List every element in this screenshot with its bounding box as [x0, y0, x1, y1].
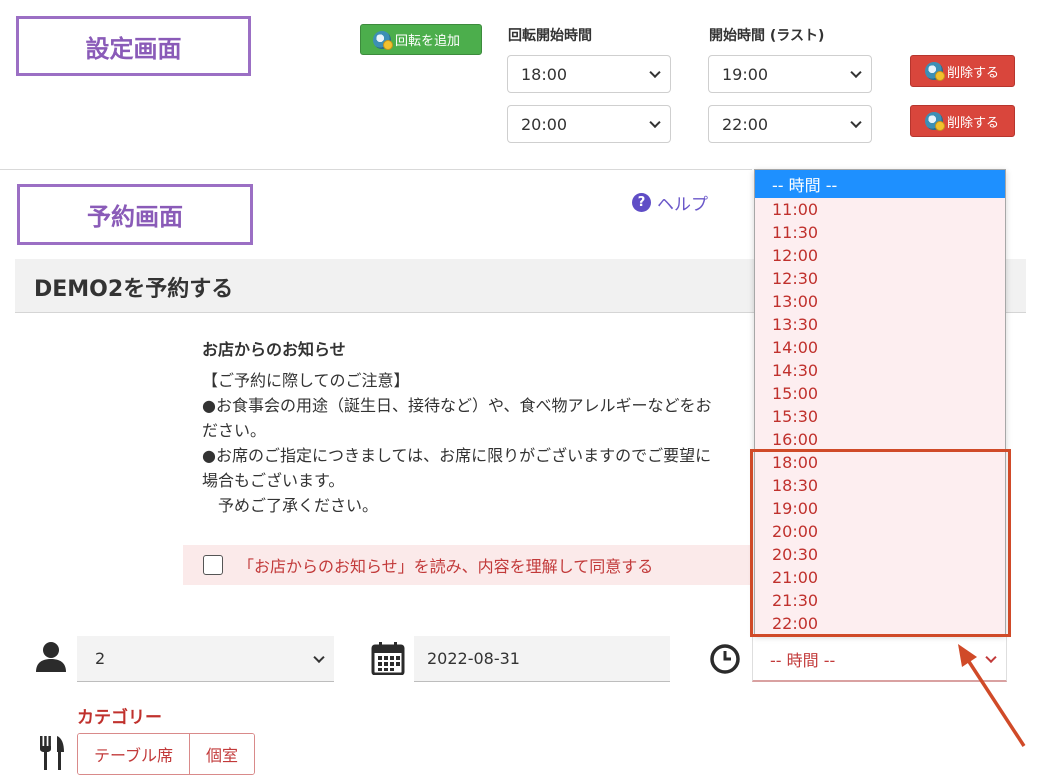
rotation-start-value-1: 18:00 — [521, 64, 568, 84]
party-size-select[interactable]: 2 — [77, 636, 334, 682]
rotation-start-select-2[interactable]: 20:00 — [507, 105, 671, 143]
time-option[interactable]: 11:30 — [755, 221, 1005, 244]
time-option[interactable]: 13:30 — [755, 313, 1005, 336]
date-input[interactable]: 2022-08-31 — [414, 636, 670, 682]
rotation-start-select-1[interactable]: 18:00 — [507, 55, 671, 93]
chevron-down-icon — [649, 116, 661, 129]
time-select-value: -- 時間 -- — [770, 650, 836, 670]
delete-gear-icon — [925, 62, 945, 81]
party-size-value: 2 — [95, 649, 106, 668]
time-option[interactable]: 20:00 — [755, 520, 1005, 543]
start-last-select-2[interactable]: 22:00 — [708, 105, 872, 143]
time-option[interactable]: 22:00 — [755, 612, 1005, 634]
category-toggle-group: テーブル席 個室 — [77, 733, 256, 775]
time-option[interactable]: 14:00 — [755, 336, 1005, 359]
annotation-arrow — [958, 644, 1026, 747]
add-rotation-label: 回転を追加 — [395, 34, 461, 49]
notice-line-1: 【ご予約に際してのご注意】 — [202, 371, 410, 390]
time-option-placeholder[interactable]: -- 時間 -- — [755, 170, 1005, 198]
help-label: ヘルプ — [657, 195, 708, 215]
time-option[interactable]: 16:00 — [755, 428, 1005, 451]
time-option[interactable]: 19:00 — [755, 497, 1005, 520]
notice-line-2: ●お食事会の用途（誕生日、接待など）や、食べ物アレルギーなどをお — [202, 396, 712, 415]
agree-row[interactable]: 「お店からのお知らせ」を読み、内容を理解して同意する — [183, 545, 753, 585]
rotation-start-value-2: 20:00 — [521, 114, 568, 134]
page-title: DEMO2を予約する — [34, 277, 234, 302]
chevron-down-icon — [850, 116, 862, 129]
notice-line-4: ●お席のご指定につきましては、お席に限りがございますのでご要望に — [202, 446, 712, 465]
add-gear-icon — [373, 30, 393, 50]
start-last-value-1: 19:00 — [722, 64, 769, 84]
add-rotation-button[interactable]: 回転を追加 — [360, 24, 482, 55]
notice-line-3: ださい。 — [202, 421, 267, 440]
time-option[interactable]: 12:00 — [755, 244, 1005, 267]
reservation-screen-label: 予約画面 — [17, 184, 253, 245]
delete-rotation-button-2[interactable]: 削除する — [910, 105, 1015, 137]
settings-screen-label: 設定画面 — [16, 16, 251, 76]
time-option[interactable]: 18:30 — [755, 474, 1005, 497]
help-link[interactable]: ? ヘルプ — [632, 190, 708, 215]
time-option[interactable]: 14:30 — [755, 359, 1005, 382]
category-title: カテゴリー — [77, 708, 162, 728]
chevron-down-icon — [649, 66, 661, 79]
time-option[interactable]: 15:30 — [755, 405, 1005, 428]
question-icon: ? — [632, 193, 651, 212]
delete-label-2: 削除する — [947, 115, 1000, 131]
rotation-start-header: 回転開始時間 — [508, 28, 592, 44]
notice-title: お店からのお知らせ — [202, 340, 346, 359]
section-divider — [0, 169, 752, 170]
delete-rotation-button-1[interactable]: 削除する — [910, 55, 1015, 87]
utensils-icon — [40, 736, 64, 770]
time-option[interactable]: 20:30 — [755, 543, 1005, 566]
notice-line-6: 予めご了承ください。 — [202, 496, 379, 515]
time-option[interactable]: 13:00 — [755, 290, 1005, 313]
time-option[interactable]: 21:00 — [755, 566, 1005, 589]
time-option[interactable]: 11:00 — [755, 198, 1005, 221]
notice-line-5: 場合もございます。 — [202, 471, 345, 490]
time-option[interactable]: 18:00 — [755, 451, 1005, 474]
agree-checkbox[interactable] — [203, 555, 223, 575]
start-last-select-1[interactable]: 19:00 — [708, 55, 872, 93]
category-table-button[interactable]: テーブル席 — [78, 734, 190, 774]
time-dropdown-list[interactable]: -- 時間 -- 11:00 11:30 12:00 12:30 13:00 1… — [754, 169, 1006, 635]
delete-label-1: 削除する — [947, 65, 1000, 81]
start-last-header: 開始時間 (ラスト) — [709, 28, 825, 44]
date-value: 2022-08-31 — [427, 649, 520, 668]
clock-icon — [710, 644, 740, 674]
category-private-room-button[interactable]: 個室 — [189, 734, 255, 774]
time-option[interactable]: 12:30 — [755, 267, 1005, 290]
calendar-icon — [371, 642, 405, 675]
time-option[interactable]: 15:00 — [755, 382, 1005, 405]
delete-gear-icon — [925, 112, 945, 131]
chevron-down-icon — [850, 66, 862, 79]
person-icon — [36, 642, 66, 672]
agree-label: 「お店からのお知らせ」を読み、内容を理解して同意する — [238, 557, 654, 576]
start-last-value-2: 22:00 — [722, 114, 769, 134]
time-option[interactable]: 21:30 — [755, 589, 1005, 612]
chevron-down-icon — [313, 651, 325, 663]
